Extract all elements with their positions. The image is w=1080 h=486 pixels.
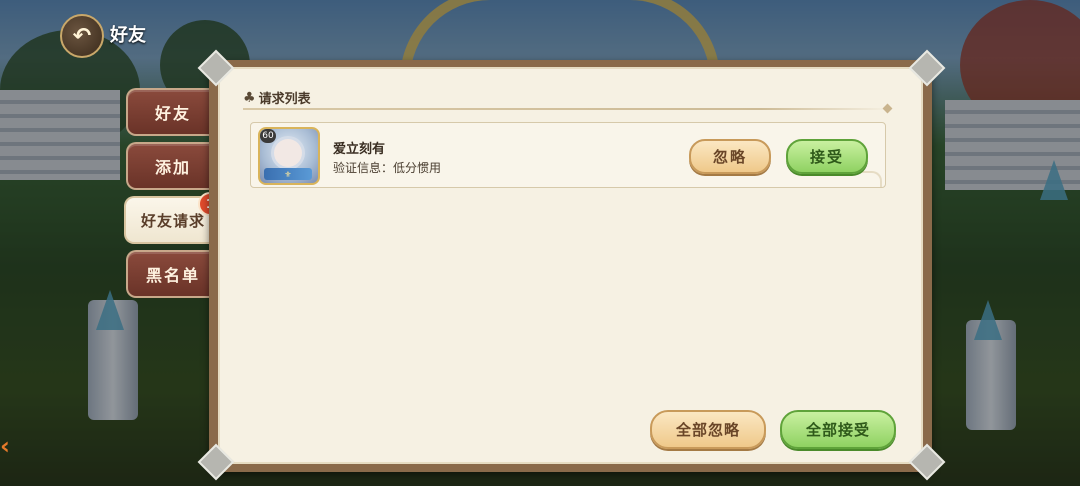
avatar-nameplate-logo: ⚜ — [264, 168, 312, 180]
avatar-level-badge: 60 — [260, 129, 276, 143]
side-chevron-icon[interactable]: ‹ — [0, 432, 22, 460]
section-divider — [243, 108, 891, 110]
ignore-all-button[interactable]: 全部忽略 — [650, 410, 766, 449]
tab-blacklist[interactable]: 黑名单 — [126, 250, 218, 298]
requester-name: 爱立刻有 — [333, 142, 386, 157]
tab-add[interactable]: 添加 — [126, 142, 218, 190]
accept-all-button[interactable]: 全部接受 — [780, 410, 896, 449]
back-arrow-icon: ↶ — [72, 23, 92, 49]
ignore-button[interactable]: 忽略 — [689, 139, 771, 174]
verification-message: 验证信息：低分惯用 — [333, 161, 442, 175]
tab-friends[interactable]: 好友 — [126, 88, 218, 136]
section-header: ♣ 请求列表 — [243, 88, 311, 108]
club-icon: ♣ — [243, 89, 256, 106]
back-button[interactable]: ↶ — [60, 14, 104, 58]
section-title: 请求列表 — [258, 92, 311, 107]
page-title: 好友 — [110, 25, 146, 46]
accept-button[interactable]: 接受 — [786, 139, 868, 174]
avatar-portrait — [274, 139, 302, 167]
